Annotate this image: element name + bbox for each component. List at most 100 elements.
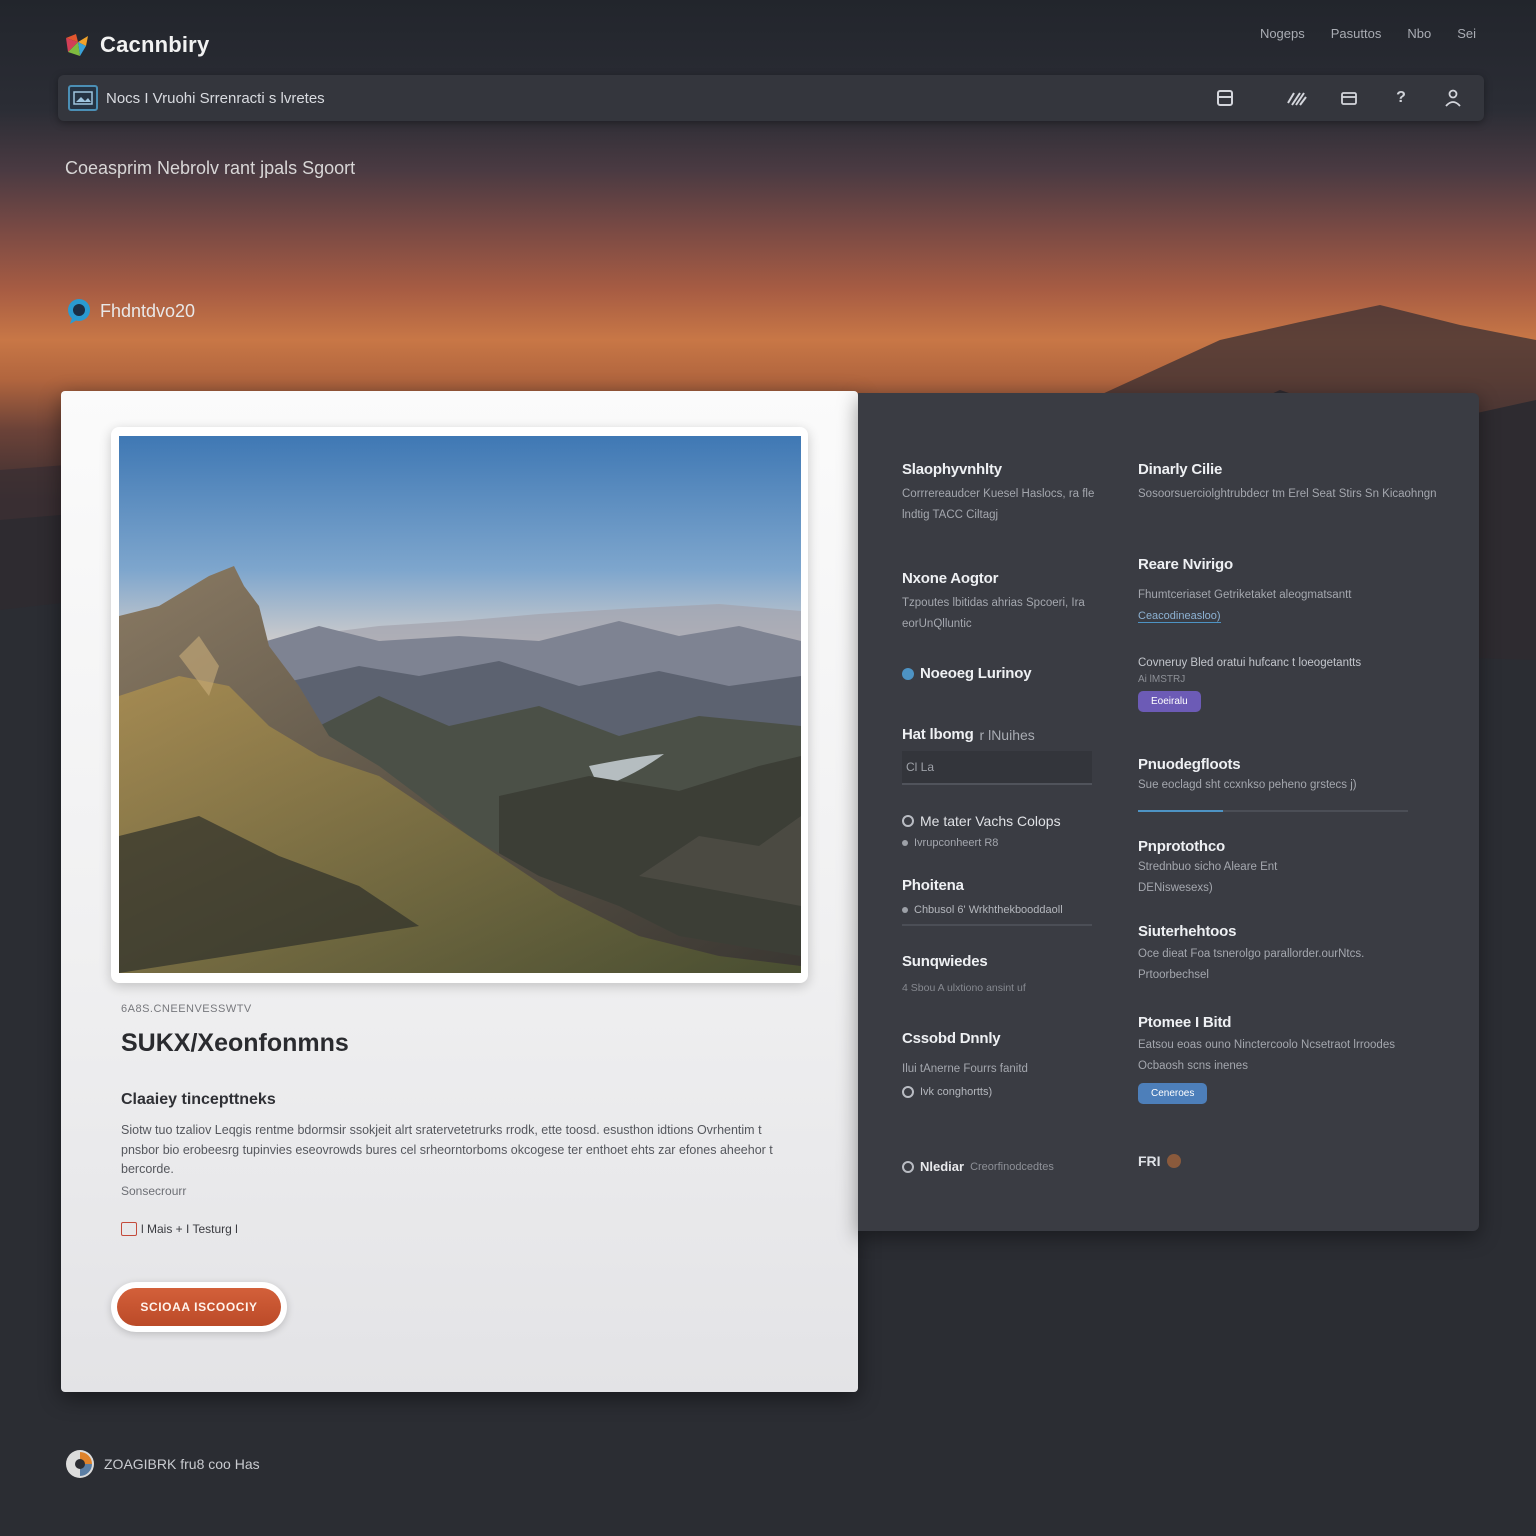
detail-field-block: Hat lbomg r lNuihes [902,726,1102,785]
toolbar: Nocs I Vruohi Srrenracti s lvretes ? [58,75,1484,121]
detail-text: Corrrereaudcer Kuesel Haslocs, ra fle ln… [902,488,1095,521]
breadcrumb-path: Nocs I Vruohi Srrenracti s lvretes [106,89,325,107]
progress-divider [1138,810,1408,812]
nav-link-1[interactable]: Nogeps [1260,26,1305,41]
card-description: Siotw tuo tzaliov Leqgis rentme bdormsir… [121,1123,773,1176]
card-note: Sonsecrourr [121,1184,187,1198]
details-panel: Slaophyvnhlty Corrrereaudcer Kuesel Hasl… [858,393,1479,1231]
detail-tail: Creorfinodcedtes [970,1160,1054,1173]
photo-frame [111,427,808,983]
card-title: SUKX/Xeonfonmns [121,1029,349,1057]
primary-cta-button[interactable]: SCIOAA ISCOOCIY [117,1288,281,1326]
detail-block: Dinarly Cilie Sosoorsuerciolghtrubdecr t… [1138,461,1438,505]
detail-text: Oce dieat Foa tsnerolgo parallorder.ourN… [1138,948,1365,981]
tag-badge: FRI [1138,1153,1161,1169]
detail-title: Nxone Aogtor [902,570,999,587]
card-subheading: Claaiey tincepttneks [121,1091,276,1108]
user-name: Fhdntdvo20 [100,300,196,321]
cta-container: SCIOAA ISCOOCIY [111,1282,287,1332]
detail-title: Cssobd Dnnly [902,1030,1001,1047]
detail-text: Strednbuo sicho Aleare Ent DENiswesexs) [1138,861,1278,894]
radio-icon[interactable] [902,1086,914,1098]
bullet-icon [902,907,908,913]
toolbar-actions: ? [1214,87,1474,109]
detail-input[interactable] [902,751,1092,785]
nav-link-3[interactable]: Nbo [1407,26,1431,41]
detail-block: Ptomee I Bitd Eatsou eoas ouno Nincterco… [1138,1014,1438,1104]
image-thumbnail-icon[interactable] [68,85,98,111]
detail-block: Slaophyvnhlty Corrrereaudcer Kuesel Hasl… [902,461,1102,526]
avatar [1166,1154,1181,1168]
page-subtitle: Coeasprim Nebrolv rant jpals Sgoort [65,158,356,178]
card-eyebrow: 6A8S.CNEENVESSWTV [121,1003,252,1015]
detail-text: Fhumtceriaset Getriketaket aleogmatsantt [1138,589,1352,601]
field-label-tail: r lNuihes [979,726,1035,743]
detail-title: Nlediar [920,1159,965,1174]
detail-text: Eatsou eoas ouno Ninctercoolo Ncsetraot … [1138,1039,1395,1072]
detail-text: Ilui tAnerne Fourrs fanitd [902,1063,1028,1075]
field-label: Hat lbomg [902,726,974,743]
footer-brand[interactable]: ZOAGIBRK fru8 coo Has [64,1448,260,1480]
detail-title: Reare Nvirigo [1138,556,1233,573]
calendar-icon [121,1222,137,1236]
detail-block: Nxone Aogtor Tzpoutes lbitidas ahrias Sp… [902,570,1102,635]
detail-link[interactable]: Ceacodineasloo) [1138,610,1221,623]
detail-tag-row[interactable]: FRI [1138,1153,1438,1169]
detail-title: Noeoeg Lurinoy [920,665,1032,682]
brand-name: Cacnnbiry [100,32,210,57]
card-tags[interactable]: l Mais + I Testurg l [121,1222,238,1236]
detail-text: Tzpoutes lbitidas ahrias Spcoeri, Ira eo… [902,597,1085,630]
chat-bubble-icon [68,299,90,324]
bullet-icon [902,840,908,846]
folder-icon[interactable] [1338,87,1360,109]
detail-link-row[interactable]: Nlediar Creorfinodcedtes [902,1159,1102,1174]
nav-link-4[interactable]: Sei [1457,26,1476,41]
mountain-landscape-photo[interactable] [119,436,801,973]
brand-logo-icon [66,34,88,56]
detail-link-row[interactable]: Noeoeg Lurinoy [902,665,1102,682]
detail-title: Siuterhehtoos [1138,923,1237,940]
nav-link-2[interactable]: Pasuttos [1331,26,1382,41]
detail-sub: 4 Sbou A ulxtiono ansint uf [902,982,1026,994]
action-pill-button[interactable]: Eoeiralu [1138,691,1201,712]
top-nav: Nogeps Pasuttos Nbo Sei [1260,26,1476,41]
detail-title: Pnprotothco [1138,838,1225,855]
detail-option[interactable]: Me tater Vachs Colops Ivrupconheert R8 [902,813,1102,849]
detail-sub: Ivk conghortts) [920,1086,993,1098]
detail-title: Pnuodegfloots [1138,756,1241,773]
detail-block: Covneruy Bled oratui hufcanc t loeogetan… [1138,653,1438,712]
brand[interactable]: Cacnnbiry [62,30,209,60]
detail-title: Phoitena [902,877,964,894]
card-tags-label: l Mais + I Testurg l [141,1222,238,1236]
action-pill-button[interactable]: Ceneroes [1138,1083,1208,1104]
help-icon[interactable]: ? [1390,87,1412,109]
detail-block: Siuterhehtoos Oce dieat Foa tsnerolgo pa… [1138,923,1438,986]
user-chip[interactable]: Fhdntdvo20 [64,296,195,326]
detail-title: Ptomee I Bitd [1138,1014,1232,1031]
detail-text: Covneruy Bled oratui hufcanc t loeogetan… [1138,657,1362,669]
detail-block: Pnuodegfloots Sue eoclagd sht ccxnkso pe… [1138,756,1438,812]
featured-card: 6A8S.CNEENVESSWTV SUKX/Xeonfonmns Claaie… [61,391,858,1392]
detail-block: Cssobd Dnnly Ilui tAnerne Fourrs fanitd … [902,1030,1102,1098]
detail-title: Sunqwiedes [902,953,988,970]
radio-icon [902,815,914,827]
detail-text: Sosoorsuerciolghtrubdecr tm Erel Seat St… [1138,488,1437,500]
detail-block: Pnprotothco Strednbuo sicho Aleare Ent D… [1138,838,1438,899]
detail-sub: Chbusol 6' Wrkhthekbooddaoll [914,904,1063,916]
detail-sub: Ai lMSTRJ [1138,674,1186,685]
detail-block: Reare Nvirigo Fhumtceriaset Getriketaket… [1138,556,1438,624]
detail-block: Sunqwiedes 4 Sbou A ulxtiono ansint uf [902,953,1102,994]
globe-icon [902,667,914,680]
option-label: Me tater Vachs Colops [920,813,1061,829]
divider [902,924,1092,926]
footer-text: ZOAGIBRK fru8 coo Has [104,1456,260,1472]
detail-title: Slaophyvnhlty [902,461,1002,478]
user-icon[interactable] [1442,87,1464,109]
detail-block: Phoitena Chbusol 6' Wrkhthekbooddaoll [902,877,1102,926]
layout-icon[interactable] [1214,87,1236,109]
detail-text: Sue eoclagd sht ccxnkso peheno grstecs j… [1138,779,1357,791]
clock-icon [902,1160,914,1173]
signal-icon[interactable] [1286,87,1308,109]
detail-title: Dinarly Cilie [1138,461,1223,478]
option-sub: Ivrupconheert R8 [914,837,999,849]
